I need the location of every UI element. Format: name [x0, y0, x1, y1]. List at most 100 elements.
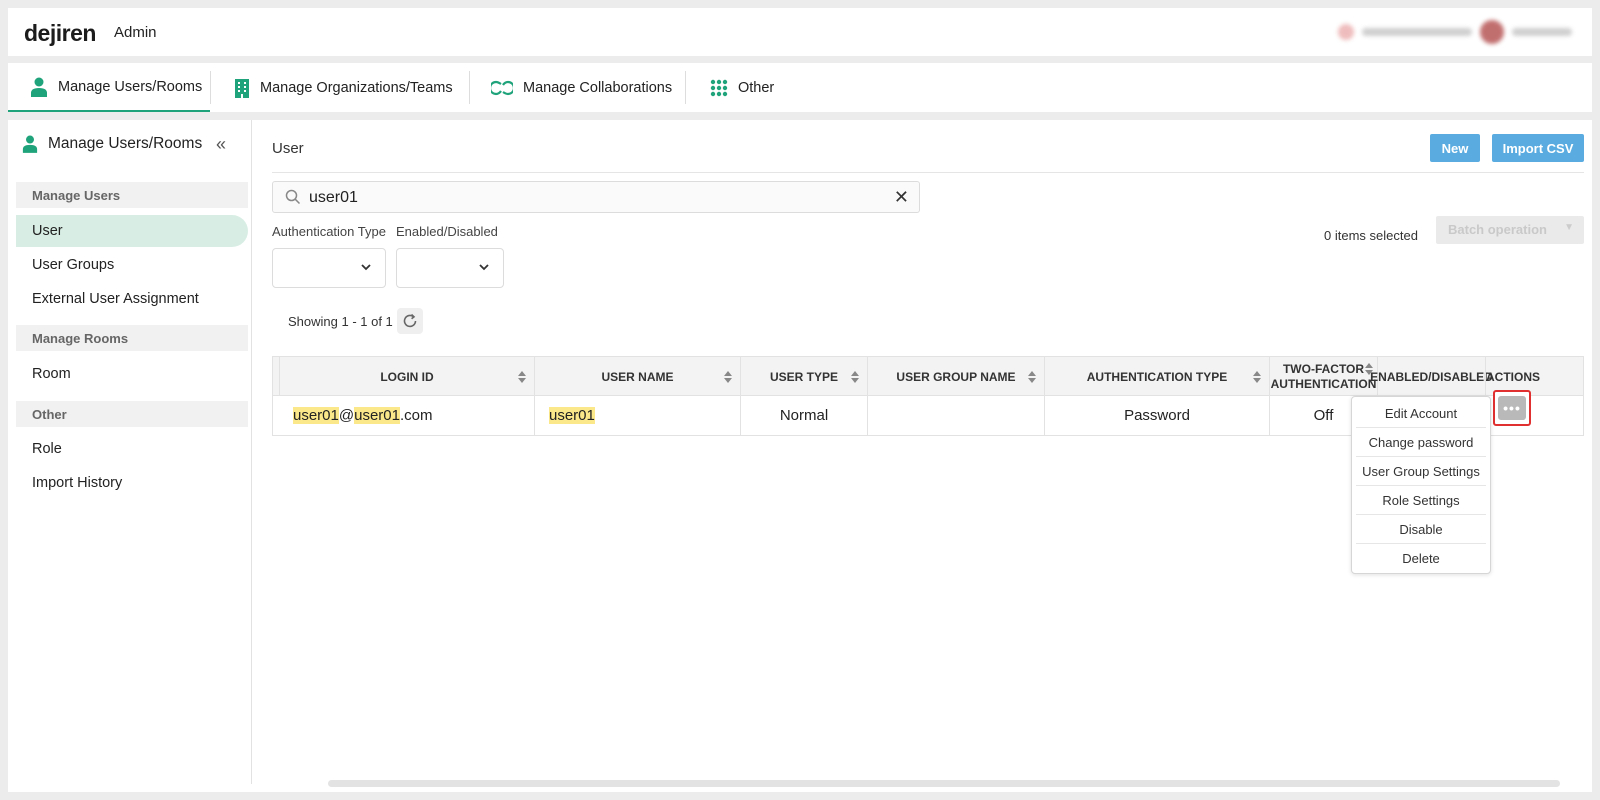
search-input[interactable] [309, 187, 869, 209]
person-icon [22, 135, 38, 153]
column-label: USER NAME [601, 369, 674, 384]
sort-icon [1253, 371, 1261, 383]
text: @ [338, 407, 355, 424]
cell-authentication-type: Password [1044, 396, 1269, 435]
enabled-disabled-select[interactable] [396, 248, 504, 288]
sidebar-item-external-user-assignment[interactable]: External User Assignment [16, 283, 248, 315]
selected-count: 0 items selected [1324, 228, 1418, 243]
sidebar-item-import-history[interactable]: Import History [16, 467, 248, 499]
tab-manage-collaborations[interactable]: Manage Collaborations [491, 63, 672, 112]
batch-label: Batch operation [1448, 222, 1547, 237]
column-header-authentication-type[interactable]: AUTHENTICATION TYPE [1044, 357, 1269, 397]
person-icon [31, 77, 47, 97]
sidebar-section-other: Other [16, 401, 248, 427]
sidebar-item-role[interactable]: Role [16, 433, 248, 465]
tab-label: Manage Collaborations [523, 79, 673, 96]
menu-item-delete[interactable]: Delete [1356, 544, 1486, 573]
search-box: ✕ [272, 181, 920, 213]
cell-user-name: user01 [534, 396, 740, 435]
menu-item-disable[interactable]: Disable [1356, 515, 1486, 544]
user-menu-blurred[interactable] [1338, 20, 1578, 44]
filter-label-enabled-disabled: Enabled/Disabled [396, 224, 498, 239]
tab-label: Manage Users/Rooms [58, 78, 203, 95]
column-label: AUTHENTICATION TYPE [1086, 369, 1228, 384]
sidebar-item-room[interactable]: Room [16, 358, 248, 390]
chevron-down-icon: ▼ [1564, 222, 1574, 233]
column-label: USER GROUP NAME [896, 369, 1016, 384]
column-label: ENABLED/DISABLED [1370, 369, 1493, 384]
actions-menu: Edit Account Change password User Group … [1351, 396, 1491, 574]
menu-item-change-password[interactable]: Change password [1356, 428, 1486, 457]
divider [272, 172, 1584, 173]
sidebar-item-user[interactable]: User [16, 215, 248, 247]
avatar [1480, 20, 1504, 44]
tab-manage-users-rooms[interactable]: Manage Users/Rooms [8, 63, 210, 112]
menu-item-edit-account[interactable]: Edit Account [1356, 399, 1486, 428]
content-panel: Manage Users/Rooms « Manage Users User U… [8, 120, 1592, 792]
cell-user-type: Normal [740, 396, 867, 435]
sort-icon [518, 371, 526, 383]
divider [685, 71, 686, 104]
sort-icon [1028, 371, 1036, 383]
section-label: Admin [114, 24, 157, 41]
sidebar-title: Manage Users/Rooms [22, 134, 202, 154]
tab-label: Manage Organizations/Teams [260, 79, 453, 96]
column-label: LOGIN ID [380, 369, 434, 384]
column-header-user-name[interactable]: USER NAME [534, 357, 740, 397]
tab-label: Other [738, 79, 775, 96]
column-header-login-id[interactable]: LOGIN ID [279, 357, 534, 397]
more-icon: ••• [1498, 396, 1526, 420]
menu-item-user-group-settings[interactable]: User Group Settings [1356, 457, 1486, 486]
authentication-type-select[interactable] [272, 248, 386, 288]
chevron-down-icon [479, 264, 489, 271]
column-header-enabled-disabled[interactable]: ENABLED/DISABLED [1370, 357, 1493, 397]
cell-login-id: user01 @ user01 .com [279, 396, 534, 435]
search-icon [285, 189, 301, 205]
logo[interactable]: dejiren [24, 20, 96, 47]
tab-other[interactable]: Other [710, 63, 774, 112]
sidebar: Manage Users/Rooms « Manage Users User U… [8, 120, 252, 784]
refresh-icon [403, 313, 417, 328]
search-highlight: user01 [354, 407, 400, 424]
column-label: ACTIONS [1486, 369, 1540, 384]
sidebar-item-user-groups[interactable]: User Groups [16, 249, 248, 281]
tab-manage-organizations-teams[interactable]: Manage Organizations/Teams [234, 63, 453, 112]
filter-label-authentication-type: Authentication Type [272, 224, 386, 239]
search-highlight: user01 [293, 407, 339, 424]
sort-icon [851, 371, 859, 383]
sort-icon [724, 371, 732, 383]
page-title: User [272, 140, 304, 157]
sidebar-section-manage-users: Manage Users [16, 182, 248, 208]
top-bar: dejiren Admin [8, 8, 1592, 56]
import-csv-button[interactable]: Import CSV [1492, 134, 1584, 162]
row-actions-button[interactable]: ••• [1493, 390, 1531, 426]
new-button[interactable]: New [1430, 134, 1480, 162]
blurred-username [1512, 28, 1572, 36]
grid-dots-icon [710, 79, 728, 96]
table-header: LOGIN ID USER NAME USER TYPE USER GROUP … [272, 356, 1584, 397]
column-label: TWO-FACTOR AUTHENTICATION [1270, 362, 1377, 391]
search-highlight: user01 [549, 407, 595, 424]
batch-operation-select[interactable]: Batch operation ▼ [1436, 216, 1584, 244]
notification-icon [1338, 24, 1354, 40]
divider [469, 71, 470, 104]
main-nav: Manage Users/Rooms Manage Organizations/… [8, 63, 1592, 112]
sidebar-section-manage-rooms: Manage Rooms [16, 325, 248, 351]
blurred-text [1362, 28, 1472, 36]
chevron-down-icon [361, 264, 371, 271]
horizontal-scrollbar[interactable] [328, 780, 1560, 787]
menu-item-role-settings[interactable]: Role Settings [1356, 486, 1486, 515]
text: .com [399, 407, 433, 424]
result-count: Showing 1 - 1 of 1 [288, 314, 393, 329]
column-header-user-group-name[interactable]: USER GROUP NAME [867, 357, 1044, 397]
column-label: USER TYPE [769, 369, 838, 384]
cell-user-group-name [867, 396, 1044, 435]
sidebar-title-label: Manage Users/Rooms [48, 135, 203, 152]
clear-search-icon[interactable]: ✕ [894, 187, 909, 208]
link-icon [491, 80, 513, 95]
building-icon [235, 78, 249, 98]
column-header-user-type[interactable]: USER TYPE [740, 357, 867, 397]
refresh-button[interactable] [397, 308, 423, 334]
collapse-sidebar-icon[interactable]: « [216, 134, 226, 155]
column-header-two-factor-authentication[interactable]: TWO-FACTOR AUTHENTICATION [1269, 357, 1377, 397]
